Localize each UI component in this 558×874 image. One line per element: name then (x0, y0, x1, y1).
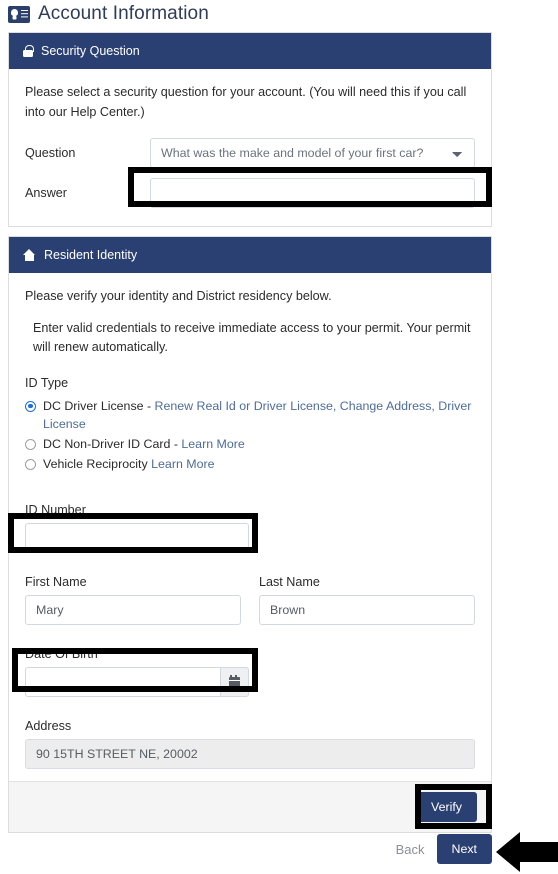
resident-identity-footer: Verify (9, 781, 491, 833)
resident-identity-header: Resident Identity (9, 237, 491, 273)
radio-dc-non-driver-id[interactable] (25, 438, 36, 450)
address-label: Address (25, 719, 72, 734)
home-icon (23, 249, 36, 261)
radio-vehicle-reciprocity[interactable] (25, 458, 36, 470)
security-question-intro: Please select a security question for yo… (25, 85, 467, 119)
date-of-birth-field: Date Of Birth (25, 647, 475, 698)
bottom-navigation: Back Next (396, 834, 492, 864)
id-type-option-dc-driver-license[interactable]: DC Driver License - Renew Real Id or Dri… (25, 398, 475, 434)
id-type-option-sep-1: - (170, 436, 182, 451)
first-name-input[interactable] (25, 595, 241, 626)
next-button[interactable]: Next (436, 834, 492, 864)
id-type-option-dc-non-driver-id[interactable]: DC Non-Driver ID Card - Learn More (25, 436, 475, 454)
identity-note: Enter valid credentials to receive immed… (33, 320, 471, 355)
date-of-birth-label: Date Of Birth (25, 647, 98, 662)
id-type-option-label-2: Vehicle Reciprocity (43, 456, 148, 471)
security-question-panel: Security Question Please select a securi… (8, 32, 492, 228)
security-question-body: Please select a security question for yo… (9, 69, 491, 226)
page-title-text: Account Information (38, 3, 209, 24)
first-name-label: First Name (25, 575, 87, 590)
id-type-option-text-0: DC Driver License - Renew Real Id or Dri… (43, 398, 475, 434)
account-information-page: Account Information Security Question Pl… (0, 0, 558, 874)
question-select[interactable]: What was the make and model of your firs… (150, 138, 475, 169)
date-of-birth-input-group (25, 667, 249, 698)
id-type-option-text-1: DC Non-Driver ID Card - Learn More (43, 436, 245, 454)
resident-identity-panel: Resident Identity Please verify your ide… (8, 236, 492, 834)
id-type-option-sep-0: - (143, 398, 155, 413)
last-name-field: Last Name (259, 575, 475, 626)
question-row: Question What was the make and model of … (25, 138, 475, 169)
address-field: Address (25, 719, 475, 770)
calendar-icon (228, 674, 240, 688)
id-type-option-link-2[interactable]: Learn More (151, 457, 214, 471)
security-question-header: Security Question (9, 33, 491, 69)
last-name-input[interactable] (259, 595, 475, 626)
id-type-option-link-1[interactable]: Learn More (181, 437, 244, 451)
id-card-icon (8, 5, 30, 23)
address-input (25, 739, 475, 770)
name-fields-row: First Name Last Name (25, 575, 475, 626)
id-number-field: ID Number (25, 503, 475, 554)
id-type-option-label-1: DC Non-Driver ID Card (43, 436, 171, 451)
last-name-label: Last Name (259, 575, 320, 590)
page-title: Account Information (8, 0, 209, 28)
back-button[interactable]: Back (396, 842, 425, 857)
pointer-arrow-icon (496, 832, 558, 872)
resident-identity-body: Please verify your identity and District… (9, 273, 491, 781)
answer-row: Answer (25, 178, 475, 209)
first-name-field: First Name (25, 575, 241, 626)
id-type-option-text-2: Vehicle Reciprocity Learn More (43, 456, 215, 474)
answer-label: Answer (25, 186, 67, 201)
id-type-option-vehicle-reciprocity[interactable]: Vehicle Reciprocity Learn More (25, 456, 475, 474)
date-of-birth-input[interactable] (25, 667, 220, 698)
id-number-label: ID Number (25, 503, 86, 518)
radio-dc-driver-license[interactable] (25, 400, 36, 412)
identity-intro: Please verify your identity and District… (25, 289, 332, 303)
question-label: Question (25, 146, 76, 161)
id-type-option-label-0: DC Driver License (43, 398, 144, 413)
id-type-label: ID Type (25, 375, 69, 390)
answer-input[interactable] (150, 178, 475, 209)
id-number-input[interactable] (25, 523, 249, 554)
resident-identity-heading: Resident Identity (44, 248, 138, 262)
verify-button[interactable]: Verify (416, 792, 477, 823)
security-question-heading: Security Question (41, 44, 140, 58)
id-type-radio-group: DC Driver License - Renew Real Id or Dri… (25, 398, 475, 474)
calendar-button[interactable] (219, 667, 249, 698)
lock-icon (23, 45, 34, 57)
